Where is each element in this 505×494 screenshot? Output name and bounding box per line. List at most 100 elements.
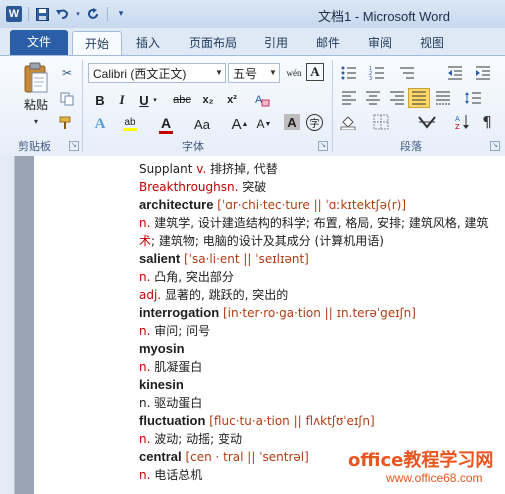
save-icon[interactable] <box>35 7 49 21</box>
character-border-icon[interactable]: A <box>306 63 324 81</box>
underline-dropdown-icon[interactable]: ▾ <box>151 90 159 110</box>
text-effects-button[interactable]: A <box>90 114 110 134</box>
definition-text: 审问; 问号 <box>150 324 211 338</box>
undo-icon[interactable] <box>55 7 69 21</box>
document-line[interactable]: kinesin <box>139 376 505 394</box>
font-dialog-launcher-icon[interactable]: ↘ <box>318 141 328 151</box>
document-line[interactable]: n. 建筑学, 设计建造结构的科学; 布置, 格局, 安排; 建筑风格, 建筑 <box>139 214 505 232</box>
tab-view[interactable]: 视图 <box>410 31 454 55</box>
definition-text: 显著的, 跳跃的, 突出的 <box>161 288 289 302</box>
paste-dropdown-icon[interactable]: ▾ <box>34 117 38 126</box>
phonetic: [cen · tral || ˈsentrəl] <box>181 450 309 464</box>
multilevel-list-icon[interactable] <box>396 63 418 83</box>
part-of-speech: n. <box>139 360 151 374</box>
borders-icon[interactable] <box>370 112 392 132</box>
align-left-icon[interactable] <box>338 88 360 108</box>
vertical-ruler <box>0 156 15 494</box>
part-of-speech: n. <box>139 468 151 482</box>
sort-icon[interactable]: AZ <box>452 112 474 132</box>
chinese-layout-icon[interactable] <box>416 112 438 132</box>
tab-references[interactable]: 引用 <box>254 31 298 55</box>
shading-icon[interactable] <box>338 112 360 132</box>
document-line[interactable]: interrogation [in·ter·ro·ga·tion || ɪn.t… <box>139 304 505 322</box>
group-divider <box>82 60 83 152</box>
font-size-dropdown-icon[interactable]: ▼ <box>267 64 279 82</box>
document-line[interactable]: 术; 建筑物; 电脑的设计及其成分 (计算机用语) <box>139 232 505 250</box>
font-color-button[interactable]: A <box>156 114 176 134</box>
grow-font-button[interactable]: A ▲ <box>230 114 250 134</box>
part-of-speech: adj. <box>139 288 162 302</box>
justify-icon[interactable] <box>408 88 430 108</box>
highlight-button[interactable]: ab <box>120 114 140 134</box>
tab-home[interactable]: 开始 <box>72 31 122 56</box>
clipboard-dialog-launcher-icon[interactable]: ↘ <box>69 141 79 151</box>
definition-text: Supplant <box>139 162 197 176</box>
decrease-indent-icon[interactable] <box>444 63 466 83</box>
align-right-icon[interactable] <box>386 88 408 108</box>
part-of-speech: v. <box>196 162 207 176</box>
show-marks-icon[interactable]: ¶ <box>476 112 498 132</box>
part-of-speech: n. <box>139 324 151 338</box>
subscript-button[interactable]: x₂ <box>198 90 218 110</box>
clear-formatting-icon[interactable]: A <box>252 90 272 110</box>
document-line[interactable]: Breakthroughsn. 突破 <box>139 178 505 196</box>
font-name-combobox[interactable]: Calibri (西文正文) ▼ <box>88 63 226 83</box>
numbering-icon[interactable]: 123 <box>366 63 388 83</box>
font-name-value: Calibri (西文正文) <box>93 67 187 81</box>
svg-text:Z: Z <box>455 123 460 130</box>
cut-icon[interactable]: ✂ <box>58 64 76 82</box>
change-case-button[interactable]: Aa <box>190 114 214 134</box>
document-line[interactable]: n. 审问; 问号 <box>139 322 505 340</box>
strikethrough-button[interactable]: abc <box>170 90 194 110</box>
document-line[interactable]: n. 驱动蛋白 <box>139 394 505 412</box>
undo-dropdown-icon[interactable]: ▾ <box>75 7 81 21</box>
format-painter-icon[interactable] <box>58 114 76 132</box>
document-line[interactable]: architecture [ˈɑr·chi·tec·ture || ˈɑːkɪt… <box>139 196 505 214</box>
part-of-speech: n. <box>139 270 151 284</box>
entry-word: salient <box>139 251 181 266</box>
redo-icon[interactable] <box>87 7 101 21</box>
window-title: 文档1 - Microsoft Word <box>318 9 450 24</box>
shrink-font-button[interactable]: A ▼ <box>254 114 274 134</box>
document-line[interactable]: fluctuation [fluc·tu·a·tion || flʌktʃʊˈe… <box>139 412 505 430</box>
font-name-dropdown-icon[interactable]: ▼ <box>213 64 225 82</box>
tab-mailings[interactable]: 邮件 <box>306 31 350 55</box>
enclose-characters-icon[interactable]: 字 <box>306 114 323 131</box>
phonetic: [in·ter·ro·ga·tion || ɪn.terəˈgeɪʃn] <box>219 306 416 320</box>
word-app-icon[interactable]: W <box>6 6 22 22</box>
document-line[interactable]: n. 凸角, 突出部分 <box>139 268 505 286</box>
highlight-color-bar <box>123 128 137 131</box>
entry-word: central <box>139 449 182 464</box>
ribbon-tabs: 文件 开始 插入 页面布局 引用 邮件 审阅 视图 <box>0 28 505 56</box>
font-size-combobox[interactable]: 五号 ▼ <box>228 63 280 83</box>
phonetic-guide-icon[interactable]: wén <box>284 63 304 83</box>
distributed-icon[interactable] <box>432 88 454 108</box>
superscript-button[interactable]: x² <box>222 90 242 110</box>
tab-insert[interactable]: 插入 <box>126 31 170 55</box>
align-center-icon[interactable] <box>362 88 384 108</box>
document-line[interactable]: myosin <box>139 340 505 358</box>
document-line[interactable]: adj. 显著的, 跳跃的, 突出的 <box>139 286 505 304</box>
document-line[interactable]: Supplant v. 排挤掉, 代替 <box>139 160 505 178</box>
character-shading-icon[interactable]: A <box>284 114 300 130</box>
bullets-icon[interactable] <box>338 63 360 83</box>
paragraph-dialog-launcher-icon[interactable]: ↘ <box>490 141 500 151</box>
paste-button[interactable]: 粘贴 ▾ <box>16 60 56 126</box>
tab-file[interactable]: 文件 <box>10 30 68 55</box>
definition-text: n. <box>139 396 151 410</box>
tab-review[interactable]: 审阅 <box>358 31 402 55</box>
tab-page-layout[interactable]: 页面布局 <box>180 31 246 55</box>
line-spacing-icon[interactable] <box>462 88 484 108</box>
bold-button[interactable]: B <box>90 90 110 110</box>
copy-icon[interactable] <box>58 90 76 108</box>
document-line[interactable]: n. 肌凝蛋白 <box>139 358 505 376</box>
customize-qat-icon[interactable]: ▾ <box>114 7 128 21</box>
document-line[interactable]: salient [ˈsa·li·ent || ˈseɪlɪənt] <box>139 250 505 268</box>
paragraph-group-label: 段落 <box>400 140 422 153</box>
svg-text:A: A <box>455 115 460 123</box>
italic-button[interactable]: I <box>112 90 132 110</box>
phonetic: [fluc·tu·a·tion || flʌktʃʊˈeɪʃn] <box>205 414 375 428</box>
watermark-title: office教程学习网 <box>348 450 494 471</box>
document-text[interactable]: Supplant v. 排挤掉, 代替 Breakthroughsn. 突破 arc… <box>139 160 505 484</box>
increase-indent-icon[interactable] <box>472 63 494 83</box>
